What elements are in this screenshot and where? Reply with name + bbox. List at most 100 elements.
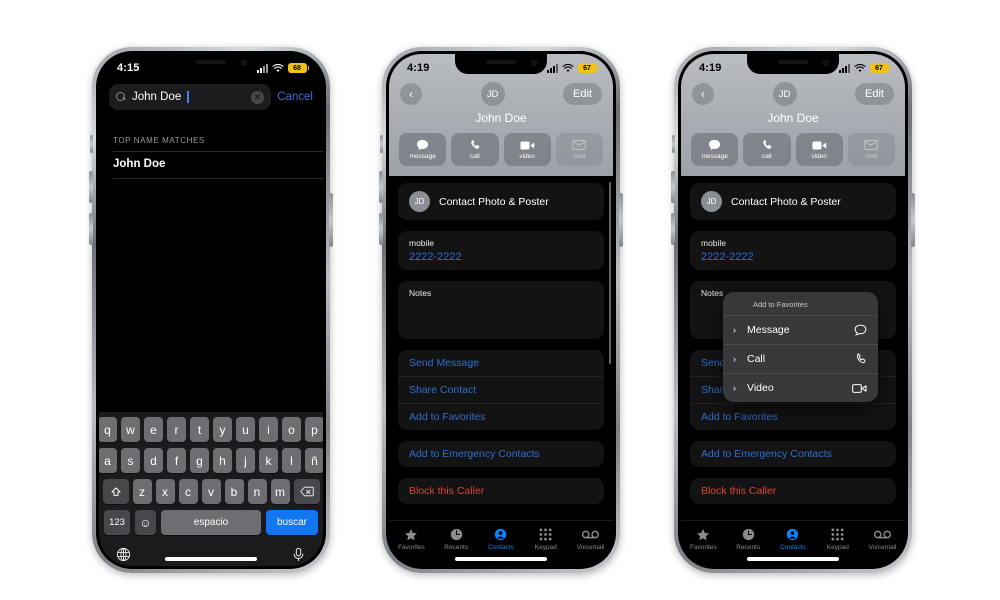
volume-down-button[interactable] <box>89 213 93 245</box>
backspace-icon[interactable] <box>293 479 320 504</box>
mute-switch[interactable] <box>90 135 93 153</box>
video-action-button[interactable]: video <box>503 133 551 166</box>
key-i[interactable]: i <box>259 417 278 442</box>
numbers-key[interactable]: 123 <box>104 510 130 535</box>
key-b[interactable]: b <box>224 479 244 504</box>
key-g[interactable]: g <box>190 448 209 473</box>
volume-up-button[interactable] <box>89 171 93 203</box>
add-to-favorites-row[interactable]: Add to Favorites <box>398 403 604 430</box>
mobile-phone-row[interactable]: mobile 2222-2222 <box>690 231 896 270</box>
contact-photo-poster-card[interactable]: JD Contact Photo & Poster <box>398 183 604 220</box>
key-q[interactable]: q <box>99 417 117 442</box>
send-message-row[interactable]: Send Message <box>398 350 604 376</box>
phone-number-card[interactable]: mobile 2222-2222 <box>398 231 604 270</box>
key-a[interactable]: a <box>99 448 117 473</box>
message-action-button[interactable]: message <box>691 133 739 166</box>
microphone-icon[interactable] <box>291 547 306 562</box>
chevron-left-icon[interactable]: ‹ <box>692 83 714 105</box>
volume-up-button[interactable] <box>379 171 383 203</box>
key-v[interactable]: v <box>201 479 221 504</box>
contact-photo-poster-row[interactable]: JD Contact Photo & Poster <box>398 183 604 220</box>
volume-down-button[interactable] <box>379 213 383 245</box>
key-l[interactable]: l <box>282 448 301 473</box>
context-menu-item-message[interactable]: › Message <box>723 316 878 344</box>
phone-value[interactable]: 2222-2222 <box>409 251 593 263</box>
add-to-favorites-row[interactable]: Add to Favorites <box>690 403 896 430</box>
video-action-button[interactable]: video <box>795 133 843 166</box>
key-d[interactable]: d <box>144 448 163 473</box>
message-action-button[interactable]: message <box>399 133 447 166</box>
key-o[interactable]: o <box>282 417 301 442</box>
search-return-key[interactable]: buscar <box>266 510 318 535</box>
call-action-button[interactable]: call <box>451 133 499 166</box>
key-e[interactable]: e <box>144 417 163 442</box>
context-menu-item-video[interactable]: › Video <box>723 373 878 402</box>
key-enye[interactable]: ñ <box>305 448 323 473</box>
chevron-left-icon[interactable]: ‹ <box>400 83 422 105</box>
home-indicator[interactable] <box>747 557 839 561</box>
key-p[interactable]: p <box>305 417 323 442</box>
key-j[interactable]: j <box>236 448 255 473</box>
key-k[interactable]: k <box>259 448 278 473</box>
tab-contacts[interactable]: Contacts <box>479 527 524 551</box>
key-u[interactable]: u <box>236 417 255 442</box>
mute-switch[interactable] <box>380 135 383 153</box>
power-button[interactable] <box>619 193 623 247</box>
tab-keypad[interactable]: Keypad <box>815 527 860 551</box>
key-y[interactable]: y <box>213 417 232 442</box>
key-c[interactable]: c <box>178 479 198 504</box>
phone-number-card[interactable]: mobile 2222-2222 <box>690 231 896 270</box>
mute-switch[interactable] <box>672 135 675 153</box>
clear-circle-icon[interactable]: ✕ <box>251 90 265 104</box>
phone-value[interactable]: 2222-2222 <box>701 251 885 263</box>
search-result-john-doe[interactable]: John Doe <box>99 152 323 178</box>
tab-recents[interactable]: Recents <box>726 527 771 551</box>
key-r[interactable]: r <box>167 417 186 442</box>
key-h[interactable]: h <box>213 448 232 473</box>
mobile-phone-row[interactable]: mobile 2222-2222 <box>398 231 604 270</box>
cancel-button[interactable]: Cancel <box>277 91 313 103</box>
home-indicator[interactable] <box>165 557 257 561</box>
context-menu-item-call[interactable]: › Call <box>723 344 878 373</box>
space-key[interactable]: espacio <box>161 510 261 535</box>
shift-arrow-icon[interactable] <box>102 479 129 504</box>
emoji-smiley-icon[interactable]: ☺ <box>135 510 156 535</box>
edit-button[interactable]: Edit <box>563 83 602 105</box>
contact-photo-poster-row[interactable]: JD Contact Photo & Poster <box>690 183 896 220</box>
avatar[interactable]: JD <box>480 82 505 106</box>
block-this-caller-row[interactable]: Block this Caller <box>690 478 896 504</box>
tab-favorites[interactable]: Favorites <box>681 527 726 551</box>
key-s[interactable]: s <box>121 448 140 473</box>
tab-recents[interactable]: Recents <box>434 527 479 551</box>
notes-row[interactable]: Notes <box>398 281 604 305</box>
tab-favorites[interactable]: Favorites <box>389 527 434 551</box>
tab-voicemail[interactable]: Voicemail <box>568 527 613 551</box>
key-m[interactable]: m <box>270 479 290 504</box>
tab-keypad[interactable]: Keypad <box>523 527 568 551</box>
tab-voicemail[interactable]: Voicemail <box>860 527 905 551</box>
edit-button[interactable]: Edit <box>855 83 894 105</box>
key-n[interactable]: n <box>247 479 267 504</box>
globe-icon[interactable] <box>116 547 131 562</box>
avatar[interactable]: JD <box>772 82 797 106</box>
volume-up-button[interactable] <box>671 171 675 203</box>
power-button[interactable] <box>329 193 333 247</box>
scrollbar[interactable] <box>608 182 611 364</box>
contact-photo-poster-card[interactable]: JD Contact Photo & Poster <box>690 183 896 220</box>
add-to-emergency-contacts-row[interactable]: Add to Emergency Contacts <box>690 441 896 467</box>
volume-down-button[interactable] <box>671 213 675 245</box>
call-action-button[interactable]: call <box>743 133 791 166</box>
block-this-caller-row[interactable]: Block this Caller <box>398 478 604 504</box>
key-f[interactable]: f <box>167 448 186 473</box>
key-x[interactable]: x <box>155 479 175 504</box>
key-t[interactable]: t <box>190 417 209 442</box>
search-input[interactable]: John Doe ✕ <box>109 84 272 110</box>
notes-card[interactable]: Notes <box>398 281 604 339</box>
power-button[interactable] <box>911 193 915 247</box>
share-contact-row[interactable]: Share Contact <box>398 376 604 403</box>
tab-contacts[interactable]: Contacts <box>771 527 816 551</box>
key-z[interactable]: z <box>132 479 152 504</box>
add-to-emergency-contacts-row[interactable]: Add to Emergency Contacts <box>398 441 604 467</box>
key-w[interactable]: w <box>121 417 140 442</box>
home-indicator[interactable] <box>455 557 547 561</box>
